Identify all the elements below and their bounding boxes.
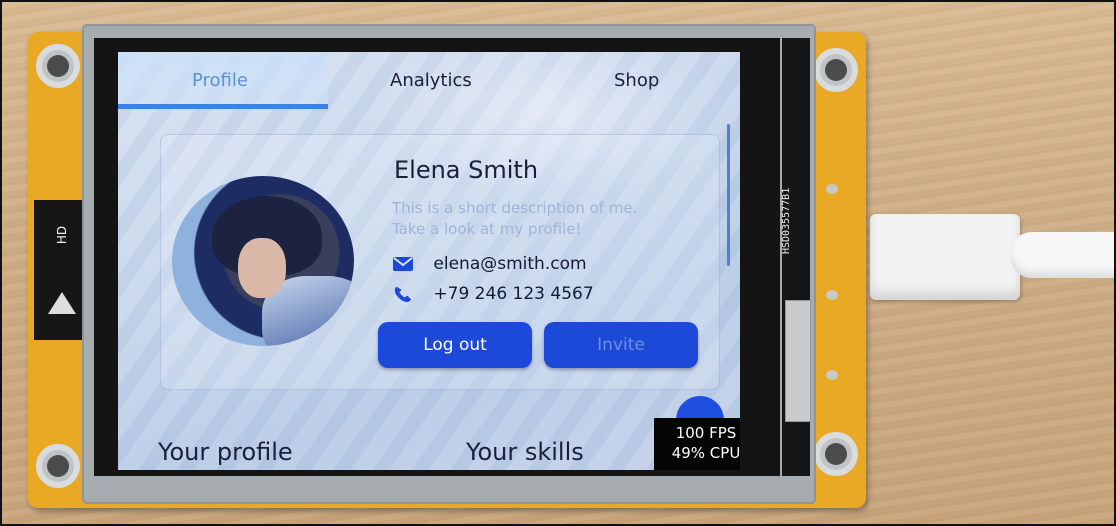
- section-title-skills: Your skills: [466, 438, 584, 466]
- logout-button[interactable]: Log out: [378, 322, 532, 368]
- pad: [826, 370, 838, 380]
- mount-hole-bottom-left: [36, 444, 80, 488]
- mount-hole-bottom-right: [814, 432, 858, 476]
- tab-shop[interactable]: Shop: [614, 70, 659, 91]
- phone-icon: [394, 286, 412, 303]
- section-title-profile: Your profile: [158, 438, 293, 466]
- card-scrollbar[interactable]: [727, 124, 730, 266]
- model-code: HSD035577B1: [781, 187, 792, 254]
- tab-analytics[interactable]: Analytics: [390, 70, 472, 91]
- flex-cable: [785, 300, 811, 422]
- sticker-text: HD: [55, 225, 69, 245]
- tab-profile[interactable]: Profile: [192, 70, 248, 91]
- usb-cable: [1010, 232, 1116, 278]
- avatar-face: [238, 238, 286, 298]
- profile-name: Elena Smith: [394, 156, 539, 184]
- mount-hole-top-right: [814, 48, 858, 92]
- cpu-readout: 49% CPU: [671, 444, 740, 462]
- envelope-icon: [393, 257, 413, 271]
- email-row: elena@smith.com: [392, 254, 587, 274]
- description-line-1: This is a short description of me.: [392, 199, 638, 217]
- phone-row: +79 246 123 4567: [392, 284, 594, 304]
- usb-plug: [870, 214, 1020, 300]
- tab-bar: Profile Analytics Shop: [118, 52, 740, 109]
- sd-card-sticker: HD: [34, 200, 90, 340]
- description-line-2: Take a look at my profile!: [392, 220, 582, 238]
- pad: [826, 184, 838, 194]
- tab-indicator: [118, 104, 328, 109]
- lcd-screen: Profile Analytics Shop Elena Smith This …: [118, 52, 740, 470]
- phone-text: +79 246 123 4567: [433, 284, 594, 304]
- profile-description: This is a short description of me. Take …: [392, 198, 712, 240]
- pad: [826, 290, 838, 300]
- invite-button[interactable]: Invite: [544, 322, 698, 368]
- avatar: [172, 176, 354, 346]
- fps-readout: 100 FPS: [675, 424, 737, 442]
- mount-hole-top-left: [36, 44, 80, 88]
- performance-overlay: 100 FPS 49% CPU: [654, 418, 740, 470]
- warning-triangle-icon: [48, 292, 76, 314]
- email-text: elena@smith.com: [433, 254, 587, 274]
